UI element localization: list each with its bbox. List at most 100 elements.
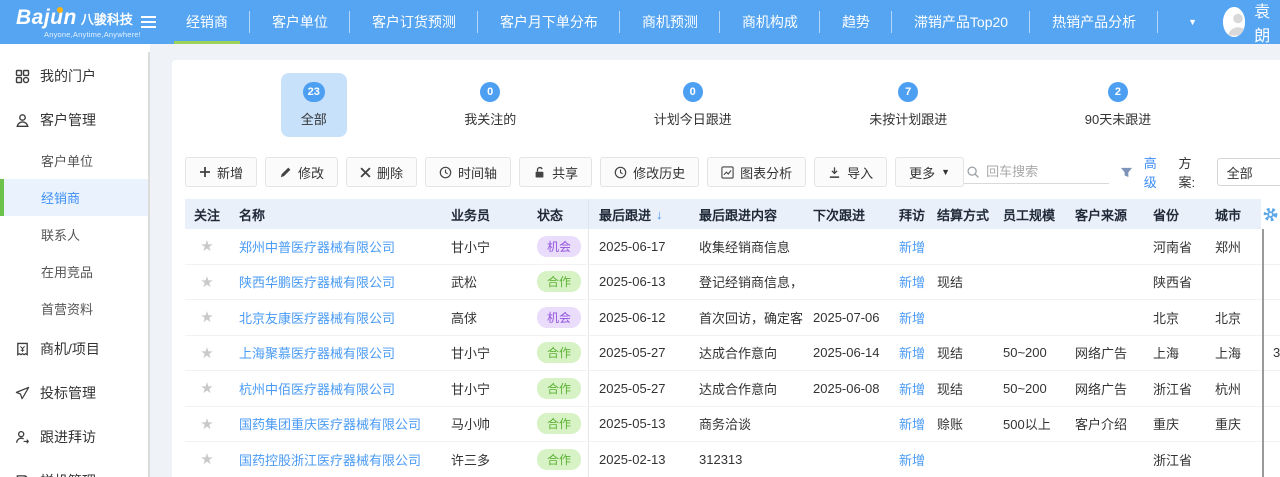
sidebar-item[interactable]: 投标管理: [0, 371, 150, 415]
star-icon[interactable]: ★: [200, 379, 213, 397]
column-settings-button[interactable]: [1261, 199, 1280, 229]
cell-settlement: [927, 442, 993, 477]
toolbar-button-import[interactable]: 导入: [814, 157, 887, 187]
sidebar-subitem[interactable]: 首营资料: [0, 290, 150, 327]
table-row[interactable]: ★上海聚慕医疗器械有限公司甘小宁合作2025-05-27达成合作意向2025-0…: [185, 336, 1280, 372]
star-icon[interactable]: ★: [200, 344, 213, 362]
advanced-search-link[interactable]: 高级: [1144, 153, 1168, 191]
cell-staff_size: [993, 300, 1065, 335]
brand-logo[interactable]: Bajun 八骏科技 Anyone,Anytime,Anywhere!: [0, 0, 141, 44]
star-icon[interactable]: ★: [200, 237, 213, 255]
nav-tab[interactable]: 商机预测: [620, 0, 720, 44]
visit-add-link[interactable]: 新增: [899, 308, 925, 327]
visit-add-link[interactable]: 新增: [899, 237, 925, 256]
stat-tab[interactable]: 0我关注的: [444, 73, 536, 137]
column-header[interactable]: 下次跟进: [803, 199, 889, 229]
toolbar-button-edit[interactable]: 修改: [265, 157, 338, 187]
cell-visit: 新增: [889, 407, 927, 442]
user-avatar[interactable]: [1223, 7, 1245, 37]
sidebar-item[interactable]: 商机/项目: [0, 327, 150, 371]
star-icon[interactable]: ★: [200, 415, 213, 433]
sort-desc-icon[interactable]: ↓: [656, 207, 663, 222]
cell-status: 合作: [527, 265, 589, 300]
sidebar-subitem[interactable]: 联系人: [0, 216, 150, 253]
company-link[interactable]: 陕西华鹏医疗器械有限公司: [239, 272, 395, 291]
company-link[interactable]: 北京友康医疗器械有限公司: [239, 308, 395, 327]
star-icon[interactable]: ★: [200, 273, 213, 291]
sidebar-item[interactable]: 客户管理: [0, 98, 150, 142]
column-header-label: 名称: [239, 205, 265, 224]
column-header[interactable]: 拜访: [889, 199, 927, 229]
company-link[interactable]: 上海聚慕医疗器械有限公司: [239, 343, 395, 362]
visit-add-link[interactable]: 新增: [899, 414, 925, 433]
cell-last_follow: 2025-05-27: [589, 371, 689, 406]
toolbar-button-more[interactable]: 更多▼: [895, 157, 964, 187]
sidebar-subitem[interactable]: 客户单位: [0, 142, 150, 179]
stat-tab[interactable]: 290天未跟进: [1065, 73, 1171, 137]
table-scrollbar[interactable]: [1262, 229, 1264, 477]
nav-overflow-caret-icon[interactable]: ▼: [1158, 0, 1223, 44]
company-link[interactable]: 郑州中普医疗器械有限公司: [239, 237, 395, 256]
visit-add-link[interactable]: 新增: [899, 343, 925, 362]
status-badge: 机会: [537, 236, 581, 257]
nav-tab[interactable]: 趋势: [820, 0, 892, 44]
scheme-select[interactable]: 全部 ▼: [1217, 158, 1280, 186]
visit-add-link[interactable]: 新增: [899, 379, 925, 398]
company-link[interactable]: 杭州中佰医疗器械有限公司: [239, 379, 395, 398]
sidebar-scrollbar[interactable]: [148, 52, 150, 477]
column-header[interactable]: 结算方式: [927, 199, 993, 229]
column-header[interactable]: 客户来源: [1065, 199, 1143, 229]
nav-tab[interactable]: 滞销产品Top20: [892, 0, 1030, 44]
search-input[interactable]: [986, 164, 1107, 179]
nav-tab[interactable]: 经销商: [164, 0, 250, 44]
nav-tab[interactable]: 商机构成: [720, 0, 820, 44]
table-row[interactable]: ★北京友康医疗器械有限公司高俅机会2025-06-12首次回访，确定客户…202…: [185, 300, 1280, 336]
column-header[interactable]: 名称: [229, 199, 441, 229]
table-row[interactable]: ★国药集团重庆医疗器械有限公司马小帅合作2025-05-13商务洽谈新增赊账50…: [185, 407, 1280, 443]
visit-add-link[interactable]: 新增: [899, 450, 925, 469]
cell-city: [1205, 265, 1263, 300]
column-header[interactable]: 关注: [185, 199, 229, 229]
nav-tab[interactable]: 客户订货预测: [350, 0, 478, 44]
stat-tab[interactable]: 7未按计划跟进: [849, 73, 967, 137]
table-row[interactable]: ★陕西华鹏医疗器械有限公司武松合作2025-06-13登记经销商信息，领…新增现…: [185, 265, 1280, 301]
toolbar-button-chart[interactable]: 图表分析: [707, 157, 806, 187]
company-link[interactable]: 国药控股浙江医疗器械有限公司: [239, 450, 421, 469]
sidebar-item[interactable]: 我的门户: [0, 54, 150, 98]
table-row[interactable]: ★郑州中普医疗器械有限公司甘小宁机会2025-06-17收集经销商信息新增河南省…: [185, 229, 1280, 265]
column-header[interactable]: 业务员: [441, 199, 527, 229]
search-box[interactable]: [964, 160, 1109, 184]
toolbar-button-delete[interactable]: 删除: [346, 157, 417, 187]
toolbar-button-share[interactable]: 共享: [519, 157, 592, 187]
column-header[interactable]: 最后跟进↓: [589, 199, 689, 229]
sidebar-item[interactable]: 样机管理: [0, 459, 150, 477]
star-icon[interactable]: ★: [200, 450, 213, 468]
nav-tab[interactable]: 热销产品分析: [1030, 0, 1158, 44]
column-header[interactable]: 城市: [1205, 199, 1263, 229]
sidebar-subitem[interactable]: 经销商: [0, 179, 150, 216]
device-icon: [15, 474, 30, 477]
column-header[interactable]: 员工规模: [993, 199, 1065, 229]
user-menu[interactable]: 袁朗: [1223, 0, 1278, 44]
customer-icon: [15, 113, 30, 128]
column-header[interactable]: 最后跟进内容: [689, 199, 803, 229]
sidebar-item-label: 样机管理: [40, 471, 96, 477]
star-icon[interactable]: ★: [200, 308, 213, 326]
sidebar-item[interactable]: 跟进拜访: [0, 415, 150, 459]
table-row[interactable]: ★国药控股浙江医疗器械有限公司许三多合作2025-02-13312313新增浙江…: [185, 442, 1280, 477]
menu-toggle-icon[interactable]: [141, 0, 156, 44]
table-row[interactable]: ★杭州中佰医疗器械有限公司甘小宁合作2025-05-27达成合作意向2025-0…: [185, 371, 1280, 407]
company-link[interactable]: 国药集团重庆医疗器械有限公司: [239, 414, 421, 433]
toolbar-button-history[interactable]: 修改历史: [600, 157, 699, 187]
filter-funnel-icon[interactable]: [1120, 166, 1133, 179]
column-header[interactable]: 状态: [527, 199, 589, 229]
column-header[interactable]: 省份: [1143, 199, 1205, 229]
nav-tab[interactable]: 客户月下单分布: [478, 0, 620, 44]
visit-add-link[interactable]: 新增: [899, 272, 925, 291]
sidebar-subitem[interactable]: 在用竞品: [0, 253, 150, 290]
nav-tab[interactable]: 客户单位: [250, 0, 350, 44]
stat-tab[interactable]: 0计划今日跟进: [634, 73, 752, 137]
stat-tab[interactable]: 23全部: [281, 73, 347, 137]
toolbar-button-add[interactable]: 新增: [185, 157, 257, 187]
toolbar-button-timeline[interactable]: 时间轴: [425, 157, 511, 187]
